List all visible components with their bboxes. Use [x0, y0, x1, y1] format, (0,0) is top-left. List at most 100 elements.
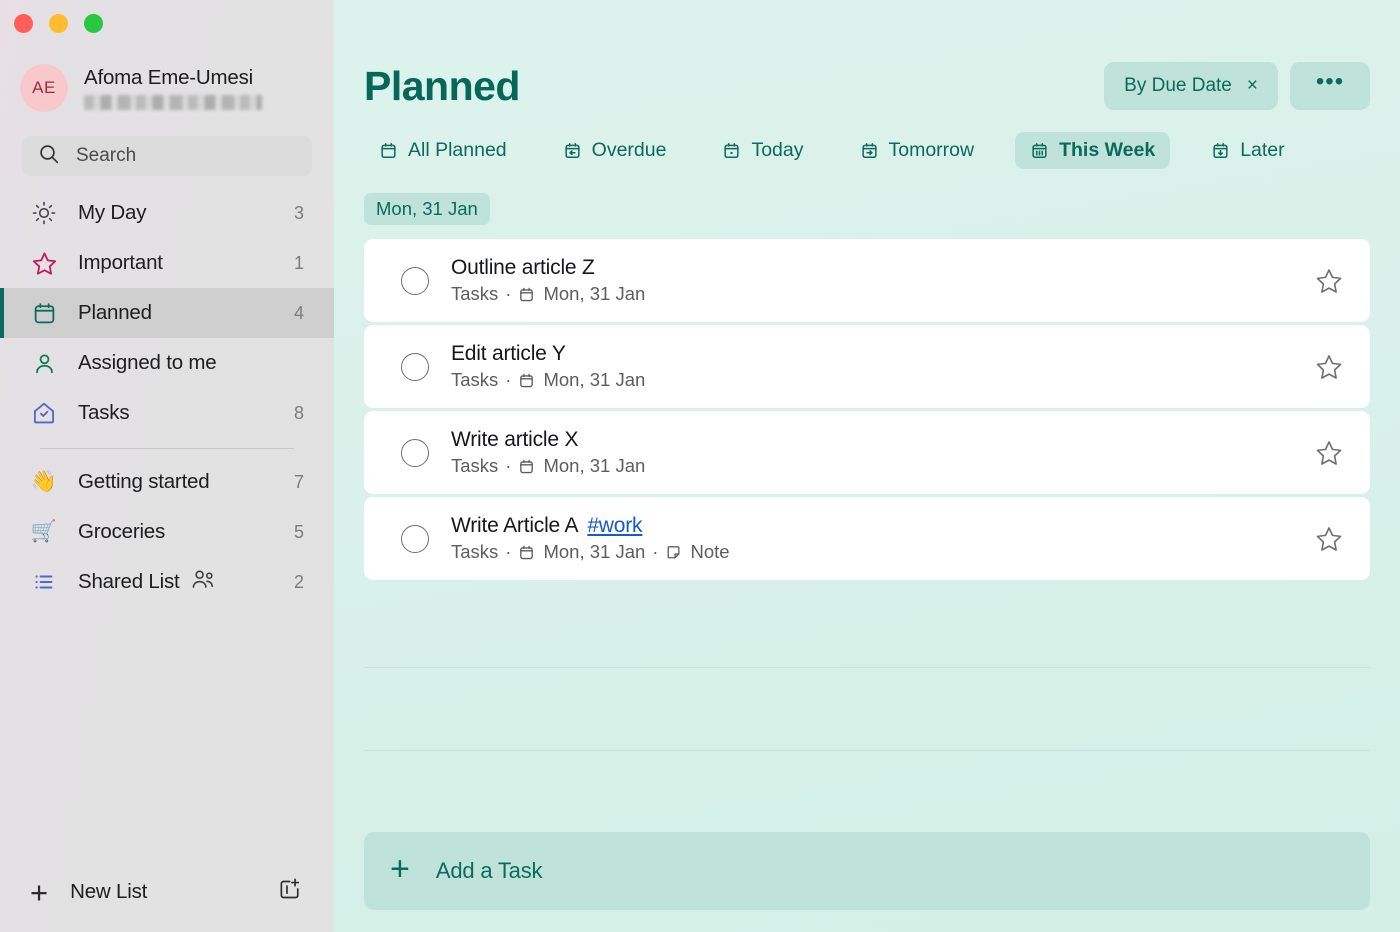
calendar-icon: [379, 141, 398, 160]
date-group-header: Mon, 31 Jan: [364, 193, 490, 225]
search-box[interactable]: [22, 136, 312, 176]
task-checkbox[interactable]: [401, 439, 429, 467]
meta-separator: ·: [505, 283, 511, 305]
table-row[interactable]: Write Article A #work Tasks · Mon, 31 Ja: [364, 497, 1370, 580]
task-meta: Tasks · Mon, 31 Jan: [451, 369, 1292, 391]
tab-later[interactable]: Later: [1196, 132, 1299, 169]
task-title: Write Article A: [451, 514, 578, 538]
sidebar-item-groceries[interactable]: 🛒 Groceries 5: [18, 507, 316, 557]
task-meta: Tasks · Mon, 31 Jan: [451, 455, 1292, 477]
tab-label: This Week: [1059, 139, 1155, 162]
new-list-button[interactable]: New List: [70, 880, 255, 904]
task-title-row: Write Article A #work: [451, 514, 1292, 538]
sidebar-item-label: Getting started: [78, 470, 274, 494]
task-tag[interactable]: #work: [587, 514, 642, 538]
window-controls: [0, 0, 334, 44]
divider: [364, 750, 1370, 751]
tab-label: All Planned: [408, 139, 507, 162]
tab-today[interactable]: Today: [707, 132, 818, 169]
calendar-icon: [518, 286, 536, 303]
plus-icon: +: [30, 877, 48, 908]
new-group-icon[interactable]: [277, 876, 304, 908]
task-checkbox[interactable]: [401, 267, 429, 295]
task-list-name: Tasks: [451, 369, 498, 391]
more-options-button[interactable]: •••: [1290, 62, 1370, 110]
shopping-cart-icon: 🛒: [30, 518, 58, 546]
add-task-button[interactable]: + Add a Task: [364, 832, 1370, 910]
star-icon[interactable]: [1314, 266, 1344, 296]
minimize-button[interactable]: [49, 14, 68, 33]
sun-icon: [30, 199, 58, 227]
sidebar-spacer: [0, 607, 334, 852]
page-title: Planned: [364, 66, 1104, 107]
sidebar-item-assigned-to-me[interactable]: Assigned to me: [18, 338, 316, 388]
close-button[interactable]: [14, 14, 33, 33]
table-row[interactable]: Edit article Y Tasks · Mon, 31 Jan: [364, 325, 1370, 408]
calendar-today-icon: [722, 141, 741, 160]
home-check-icon: [30, 399, 58, 427]
close-icon[interactable]: ×: [1247, 75, 1258, 97]
task-checkbox[interactable]: [401, 525, 429, 553]
sidebar-item-label: Planned: [78, 301, 274, 325]
sidebar-item-count: 7: [294, 472, 304, 493]
sidebar-divider: [40, 448, 294, 449]
sidebar-item-count: 1: [294, 253, 304, 274]
sidebar-item-count: 8: [294, 403, 304, 424]
tab-this-week[interactable]: This Week: [1015, 132, 1170, 169]
sidebar-item-label: Assigned to me: [78, 351, 284, 375]
avatar: AE: [20, 64, 68, 112]
filter-tabs: All Planned Overdue: [364, 132, 1370, 169]
calendar-icon: [518, 372, 536, 389]
tab-all-planned[interactable]: All Planned: [364, 132, 522, 169]
sidebar-item-label: Tasks: [78, 401, 274, 425]
task-due-date: Mon, 31 Jan: [543, 455, 645, 477]
search-input[interactable]: [76, 145, 296, 167]
tab-overdue[interactable]: Overdue: [548, 132, 682, 169]
sidebar-item-count: 2: [294, 572, 304, 593]
calendar-icon: [518, 544, 536, 561]
add-task-label: Add a Task: [436, 858, 542, 884]
account-header[interactable]: AE Afoma Eme-Umesi: [0, 44, 334, 116]
task-list-name: Tasks: [451, 455, 498, 477]
note-icon: [665, 544, 683, 561]
table-row[interactable]: Write article X Tasks · Mon, 31 Jan: [364, 411, 1370, 494]
tab-label: Tomorrow: [889, 139, 975, 162]
empty-list-area: [364, 590, 1370, 832]
meta-separator: ·: [505, 369, 511, 391]
calendar-icon: [518, 458, 536, 475]
calendar-week-icon: [1030, 141, 1049, 160]
task-title: Write article X: [451, 428, 578, 452]
sidebar-item-getting-started[interactable]: 👋 Getting started 7: [18, 457, 316, 507]
star-icon[interactable]: [1314, 524, 1344, 554]
star-icon[interactable]: [1314, 438, 1344, 468]
calendar-icon: [30, 299, 58, 327]
sidebar-item-count: 4: [294, 303, 304, 324]
sidebar-item-label: Shared List: [78, 570, 180, 594]
sidebar-item-planned[interactable]: Planned 4: [0, 288, 334, 338]
tab-tomorrow[interactable]: Tomorrow: [845, 132, 990, 169]
tab-label: Today: [751, 139, 803, 162]
sidebar-item-tasks[interactable]: Tasks 8: [18, 388, 316, 438]
task-meta: Tasks · Mon, 31 Jan: [451, 283, 1292, 305]
calendar-down-icon: [1211, 141, 1230, 160]
shared-people-icon: [190, 568, 217, 596]
task-title: Edit article Y: [451, 342, 566, 366]
task-checkbox[interactable]: [401, 353, 429, 381]
star-icon[interactable]: [1314, 352, 1344, 382]
sort-chip-label: By Due Date: [1124, 75, 1232, 97]
meta-separator: ·: [652, 541, 658, 563]
sidebar-item-my-day[interactable]: My Day 3: [18, 188, 316, 238]
task-due-date: Mon, 31 Jan: [543, 283, 645, 305]
meta-separator: ·: [505, 455, 511, 477]
calendar-back-icon: [563, 141, 582, 160]
sidebar-item-important[interactable]: Important 1: [18, 238, 316, 288]
sort-chip[interactable]: By Due Date ×: [1104, 62, 1278, 110]
sidebar-item-label: Groceries: [78, 520, 274, 544]
sidebar-item-shared-list[interactable]: Shared List 2: [18, 557, 316, 607]
plus-icon: +: [390, 869, 410, 874]
task-list: Outline article Z Tasks · Mon, 31 Jan: [364, 239, 1370, 580]
maximize-button[interactable]: [84, 14, 103, 33]
table-row[interactable]: Outline article Z Tasks · Mon, 31 Jan: [364, 239, 1370, 322]
task-list-name: Tasks: [451, 541, 498, 563]
task-title-row: Write article X: [451, 428, 1292, 452]
